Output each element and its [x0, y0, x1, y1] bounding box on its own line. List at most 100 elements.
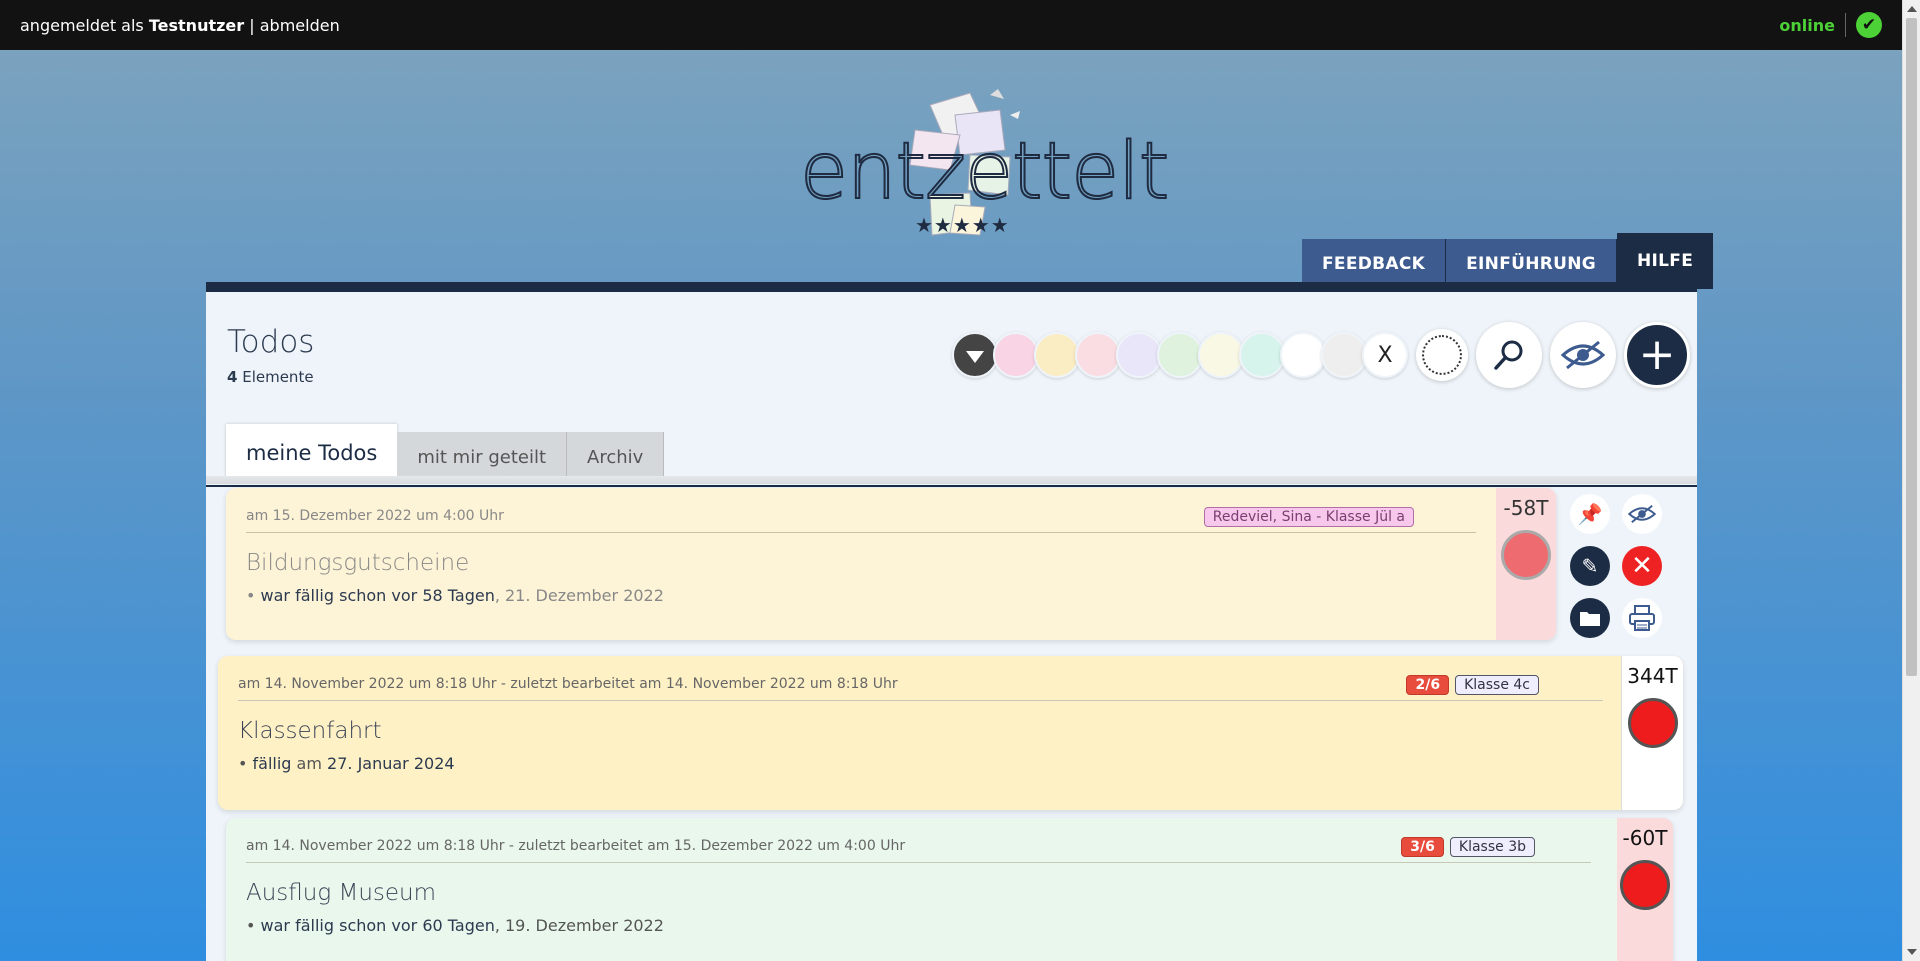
scroll-up-icon[interactable] [1907, 6, 1917, 12]
page-title: Todos [227, 324, 315, 360]
due-status: war fällig schon vor 60 Tagen [260, 916, 495, 935]
due-bullet: • [246, 586, 256, 605]
eye-slash-icon [1561, 340, 1605, 370]
status-lamp-icon[interactable] [1501, 530, 1551, 580]
color-filter-yellow[interactable] [1034, 332, 1080, 378]
pin-button[interactable]: 📌 [1570, 494, 1610, 534]
add-todo-button[interactable]: + [1624, 322, 1690, 388]
username: Testnutzer [148, 15, 245, 35]
logo-wordmark: entzettelt [799, 126, 1170, 218]
due-date: 27. Januar 2024 [327, 754, 455, 773]
toolbar: X + [952, 322, 1690, 388]
due-status: war fällig schon vor 58 Tagen [260, 586, 495, 605]
progress-badge: 3/6 [1401, 837, 1444, 857]
todo-card[interactable]: am 15. Dezember 2022 um 4:00 Uhr Redevie… [226, 488, 1556, 640]
due-bullet: • [246, 916, 256, 935]
top-bar: angemeldet als Testnutzer | abmelden onl… [0, 0, 1902, 50]
todo-divider [246, 862, 1591, 863]
sort-dropdown-button[interactable] [952, 332, 998, 378]
logo-stars: ★★★★★ [915, 213, 1010, 237]
page-scrollbar[interactable] [1902, 0, 1920, 961]
color-filter-lavender[interactable] [1116, 332, 1162, 378]
connection-status: online ✔ [1779, 12, 1882, 38]
due-date: , 19. Dezember 2022 [494, 916, 664, 935]
todo-title: Bildungsgutscheine [246, 550, 470, 576]
todo-divider [238, 700, 1603, 701]
due-connector: am [291, 754, 328, 773]
progress-badge: 2/6 [1406, 675, 1450, 695]
tab-archiv[interactable]: Archiv [567, 432, 665, 482]
logout-link[interactable]: abmelden [260, 16, 340, 35]
select-all-button[interactable] [1416, 329, 1468, 381]
hide-button[interactable] [1622, 494, 1662, 534]
color-filter-cream[interactable] [1198, 332, 1244, 378]
todo-card-body[interactable]: am 15. Dezember 2022 um 4:00 Uhr Redevie… [226, 488, 1496, 640]
days-remaining: -60T [1622, 826, 1668, 850]
todo-meta: am 14. November 2022 um 8:18 Uhr - zulet… [246, 838, 906, 854]
color-filter-gray[interactable] [1321, 332, 1367, 378]
todo-card-body[interactable]: am 14. November 2022 um 8:18 Uhr - zulet… [226, 818, 1617, 961]
days-remaining: -58T [1503, 496, 1549, 520]
class-badge: Klasse 4c [1455, 675, 1539, 695]
scroll-down-icon[interactable] [1907, 949, 1917, 955]
todo-status-column: -58T [1496, 488, 1556, 640]
printer-icon [1629, 605, 1655, 631]
color-filter-rose[interactable] [1075, 332, 1121, 378]
print-button[interactable] [1622, 598, 1662, 638]
assignee-badge: Redeviel, Sina - Klasse Jül a [1203, 507, 1414, 527]
delete-button[interactable]: ✕ [1622, 546, 1662, 586]
todo-card[interactable]: am 14. November 2022 um 8:18 Uhr - zulet… [226, 818, 1673, 961]
clear-filter-button[interactable]: X [1362, 332, 1408, 378]
item-count-label: Elemente [242, 368, 314, 386]
nav-tab-hilfe[interactable]: HILFE [1617, 233, 1714, 289]
todo-meta: am 15. Dezember 2022 um 4:00 Uhr [246, 508, 504, 524]
item-count: 4 Elemente [227, 368, 314, 386]
color-filter-green[interactable] [1157, 332, 1203, 378]
status-divider [1845, 13, 1846, 37]
days-remaining: 344T [1627, 664, 1678, 688]
todo-card-body[interactable]: am 14. November 2022 um 8:18 Uhr - zulet… [218, 656, 1621, 810]
login-prefix: angemeldet als [20, 15, 144, 35]
due-bullet: • [238, 754, 248, 773]
login-separator: | [249, 15, 255, 35]
login-info: angemeldet als Testnutzer | abmelden [20, 16, 340, 35]
status-lamp-icon[interactable] [1627, 698, 1678, 748]
chevron-down-icon [966, 350, 984, 363]
online-status-text: online [1779, 15, 1835, 35]
due-status: fällig [252, 754, 292, 773]
todo-title: Ausflug Museum [246, 880, 437, 906]
class-badge: Klasse 3b [1449, 837, 1535, 857]
status-lamp-icon[interactable] [1620, 860, 1670, 910]
plus-icon: + [1638, 329, 1676, 380]
tab-mit-mir-geteilt[interactable]: mit mir geteilt [397, 432, 568, 482]
todo-due: • war fällig schon vor 60 Tagen, 19. Dez… [246, 916, 664, 935]
tab-underline [206, 485, 1697, 487]
tab-meine-todos[interactable]: meine Todos [226, 424, 398, 482]
todo-status-column: 344T [1621, 656, 1683, 810]
scrollbar-thumb[interactable] [1906, 18, 1917, 676]
color-filter-mint[interactable] [1239, 332, 1285, 378]
eye-slash-icon [1628, 504, 1656, 524]
color-filter-white[interactable] [1280, 332, 1326, 378]
edit-button[interactable]: ✎ [1570, 546, 1610, 586]
due-date: , 21. Dezember 2022 [494, 586, 664, 605]
todo-badges: Redeviel, Sina - Klasse Jül a [1203, 507, 1414, 527]
item-count-number: 4 [227, 368, 238, 386]
todo-divider [246, 532, 1476, 533]
todo-due: • fällig am 27. Januar 2024 [238, 754, 455, 773]
todo-status-column: -60T [1617, 818, 1673, 961]
search-button[interactable] [1476, 322, 1542, 388]
pin-icon: 📌 [1577, 502, 1603, 526]
todo-badges: 3/6 Klasse 3b [1401, 837, 1535, 857]
todo-tabs: meine Todos mit mir geteilt Archiv [226, 416, 665, 482]
color-filter-pink[interactable] [993, 332, 1039, 378]
folder-button[interactable] [1570, 598, 1610, 638]
todo-badges: 2/6 Klasse 4c [1406, 675, 1539, 695]
tab-divider [206, 476, 1697, 484]
toggle-hidden-button[interactable] [1550, 322, 1616, 388]
check-icon: ✔ [1856, 12, 1882, 38]
close-icon: ✕ [1631, 551, 1653, 581]
folder-icon [1580, 612, 1600, 626]
todo-title: Klassenfahrt [238, 718, 382, 744]
todo-card[interactable]: am 14. November 2022 um 8:18 Uhr - zulet… [218, 656, 1683, 810]
